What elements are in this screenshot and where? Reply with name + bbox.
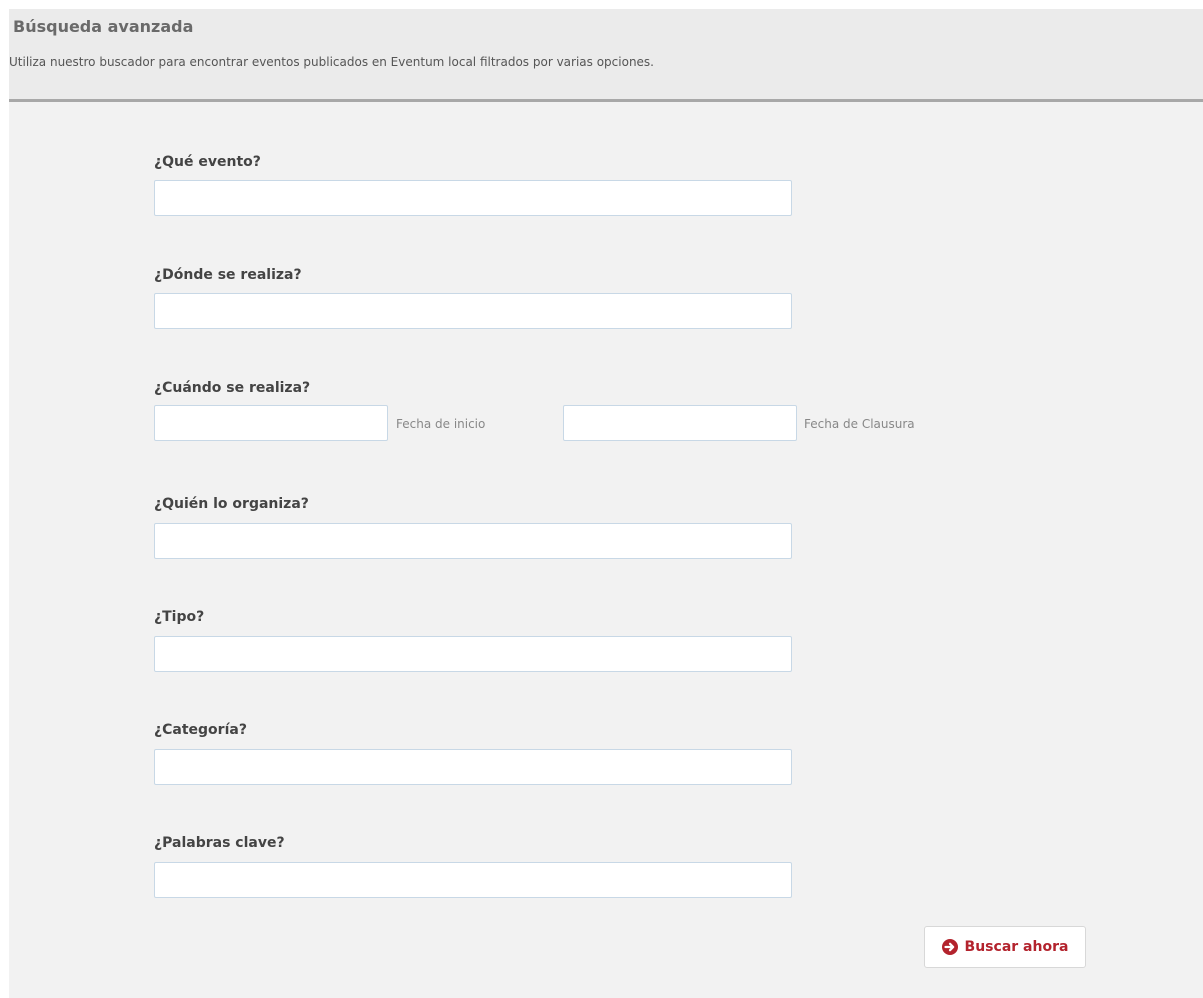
event-input[interactable] [154,180,792,216]
end-date-hint: Fecha de Clausura [804,417,915,431]
place-input[interactable] [154,293,792,329]
search-now-button[interactable]: Buscar ahora [924,926,1086,968]
organizer-input[interactable] [154,523,792,559]
place-label: ¿Dónde se realiza? [154,267,302,283]
keywords-input[interactable] [154,862,792,898]
page-header: Búsqueda avanzada Utiliza nuestro buscad… [9,9,1203,102]
page-title: Búsqueda avanzada [13,17,194,36]
category-label: ¿Categoría? [154,722,247,738]
circle-arrow-right-icon [941,939,958,955]
start-date-hint: Fecha de inicio [396,417,486,431]
type-label: ¿Tipo? [154,609,205,625]
end-date-input[interactable] [563,405,797,441]
keywords-label: ¿Palabras clave? [154,835,285,851]
type-input[interactable] [154,636,792,672]
search-panel: Búsqueda avanzada Utiliza nuestro buscad… [9,9,1203,998]
category-input[interactable] [154,749,792,785]
page-subtitle: Utiliza nuestro buscador para encontrar … [9,55,654,69]
start-date-input[interactable] [154,405,388,441]
organizer-label: ¿Quién lo organiza? [154,496,309,512]
search-now-label: Buscar ahora [964,939,1069,955]
event-label: ¿Qué evento? [154,154,261,170]
date-label: ¿Cuándo se realiza? [154,380,311,396]
